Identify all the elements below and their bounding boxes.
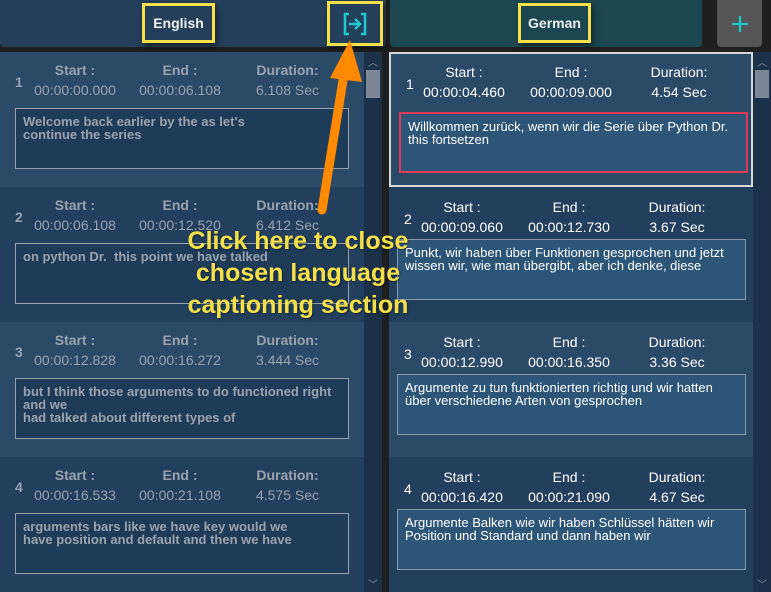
scroll-down-icon[interactable]: ﹀ <box>364 574 382 592</box>
start-label: Start : <box>54 467 96 483</box>
duration-label: Duration: <box>650 64 708 80</box>
duration-label: Duration: <box>256 332 319 348</box>
end-time[interactable]: 00:00:06.108 <box>130 82 230 98</box>
target-language-header[interactable]: German <box>390 0 702 47</box>
duration-label: Duration: <box>256 62 319 78</box>
start-time[interactable]: 00:00:16.420 <box>412 489 512 505</box>
scroll-down-icon[interactable]: ﹀ <box>753 574 771 592</box>
caption-text-field[interactable]: but I think those arguments to do functi… <box>15 378 349 439</box>
caption-segment[interactable]: 4 Start : End : Duration: 00:00:16.420 0… <box>389 457 753 592</box>
end-time[interactable]: 00:00:16.350 <box>519 354 619 370</box>
caption-segment[interactable]: 4 Start : End : Duration: 00:00:16.533 0… <box>0 457 364 592</box>
start-label: Start : <box>445 64 483 80</box>
caption-text-field[interactable]: Punkt, wir haben über Funktionen gesproc… <box>397 239 746 300</box>
segment-index: 3 <box>15 344 23 360</box>
duration-label: Duration: <box>648 334 706 350</box>
duration-value: 3.444 Sec <box>255 352 320 368</box>
start-label: Start : <box>54 62 96 78</box>
end-label: End : <box>162 467 198 483</box>
caption-segment[interactable]: 1 Start : End : Duration: 00:00:04.460 0… <box>389 52 753 187</box>
scroll-up-icon[interactable]: ︿ <box>753 52 771 70</box>
caption-segment[interactable]: 2 Start : End : Duration: 00:00:06.108 0… <box>0 187 364 322</box>
close-language-section-button[interactable] <box>327 1 383 46</box>
source-language-label: English <box>142 3 215 43</box>
scroll-thumb[interactable] <box>755 70 769 98</box>
segment-index: 4 <box>404 481 412 497</box>
caption-text-field[interactable]: arguments bars like we have key would we… <box>15 513 349 574</box>
caption-text-field[interactable]: on python Dr. this point we have talked <box>15 243 349 304</box>
duration-value: 4.67 Sec <box>649 489 705 505</box>
end-time[interactable]: 00:00:09.000 <box>521 84 621 100</box>
start-label: Start : <box>443 199 481 215</box>
end-label: End : <box>554 64 588 80</box>
start-time[interactable]: 00:00:09.060 <box>412 219 512 235</box>
end-label: End : <box>552 334 586 350</box>
add-language-button[interactable] <box>717 0 762 47</box>
end-time[interactable]: 00:00:16.272 <box>130 352 230 368</box>
end-label: End : <box>552 199 586 215</box>
start-label: Start : <box>443 469 481 485</box>
caption-segment[interactable]: 3 Start : End : Duration: 00:00:12.828 0… <box>0 322 364 457</box>
caption-text-field[interactable]: Argumente zu tun funktionierten richtig … <box>397 374 746 435</box>
end-label: End : <box>162 62 198 78</box>
caption-segment[interactable]: 3 Start : End : Duration: 00:00:12.990 0… <box>389 322 753 457</box>
start-label: Start : <box>54 197 96 213</box>
end-time[interactable]: 00:00:12.730 <box>519 219 619 235</box>
segment-index: 3 <box>404 346 412 362</box>
target-scrollbar[interactable]: ︿ ﹀ <box>753 52 771 592</box>
start-time[interactable]: 00:00:00.000 <box>25 82 125 98</box>
segment-index: 1 <box>406 76 414 92</box>
caption-editor: English German 1 Start : End : Duration:… <box>0 0 771 592</box>
duration-label: Duration: <box>256 467 319 483</box>
caption-text-field[interactable]: Argumente Balken wie wir haben Schlüssel… <box>397 509 746 570</box>
start-time[interactable]: 00:00:06.108 <box>25 217 125 233</box>
caption-segment[interactable]: 2 Start : End : Duration: 00:00:09.060 0… <box>389 187 753 322</box>
scroll-up-icon[interactable]: ︿ <box>364 52 382 70</box>
end-label: End : <box>552 469 586 485</box>
start-time[interactable]: 00:00:04.460 <box>414 84 514 100</box>
duration-label: Duration: <box>256 197 319 213</box>
end-time[interactable]: 00:00:21.108 <box>130 487 230 503</box>
plus-icon <box>731 15 748 32</box>
duration-value: 3.67 Sec <box>649 219 705 235</box>
end-label: End : <box>162 332 198 348</box>
segment-index: 2 <box>404 211 412 227</box>
caption-text-field[interactable]: Welcome back earlier by the as let's con… <box>15 108 349 169</box>
start-time[interactable]: 00:00:16.533 <box>25 487 125 503</box>
source-captions-panel: 1 Start : End : Duration: 00:00:00.000 0… <box>0 52 382 592</box>
end-time[interactable]: 00:00:12.520 <box>130 217 230 233</box>
target-language-label: German <box>518 3 591 43</box>
duration-value: 6.108 Sec <box>255 82 320 98</box>
start-label: Start : <box>54 332 96 348</box>
end-label: End : <box>162 197 198 213</box>
source-scrollbar[interactable]: ︿ ﹀ <box>364 52 382 592</box>
start-label: Start : <box>443 334 481 350</box>
duration-label: Duration: <box>648 469 706 485</box>
segment-index: 1 <box>15 74 23 90</box>
end-time[interactable]: 00:00:21.090 <box>519 489 619 505</box>
duration-value: 4.54 Sec <box>651 84 707 100</box>
start-time[interactable]: 00:00:12.828 <box>25 352 125 368</box>
caption-text-field[interactable]: Willkommen zurück, wenn wir die Serie üb… <box>399 112 748 173</box>
duration-value: 4.575 Sec <box>255 487 320 503</box>
duration-value: 3.36 Sec <box>649 354 705 370</box>
segment-index: 4 <box>15 479 23 495</box>
duration-label: Duration: <box>648 199 706 215</box>
close-panel-icon <box>343 12 367 35</box>
duration-value: 6.412 Sec <box>255 217 320 233</box>
segment-index: 2 <box>15 209 23 225</box>
caption-segment[interactable]: 1 Start : End : Duration: 00:00:00.000 0… <box>0 52 364 187</box>
start-time[interactable]: 00:00:12.990 <box>412 354 512 370</box>
target-captions-panel: 1 Start : End : Duration: 00:00:04.460 0… <box>389 52 771 592</box>
source-language-header: English <box>0 0 386 47</box>
scroll-thumb[interactable] <box>366 70 380 98</box>
